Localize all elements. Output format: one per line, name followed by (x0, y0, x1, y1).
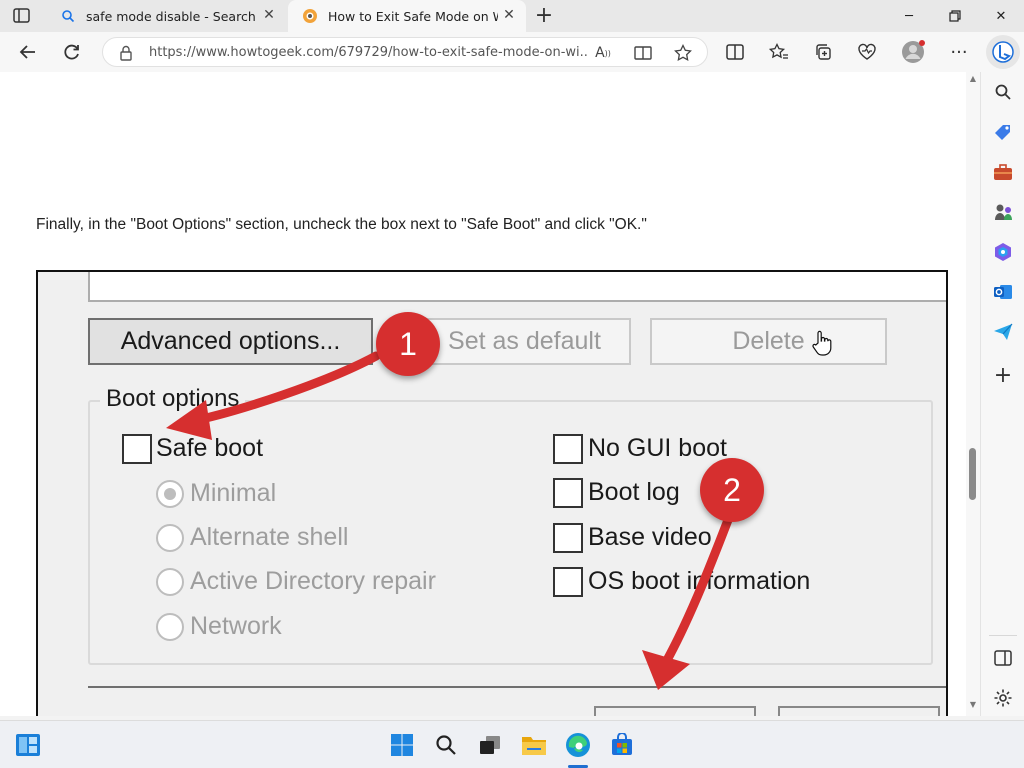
check-label: Base video (588, 523, 712, 551)
minimize-icon[interactable]: ─ (886, 0, 932, 32)
tab-article[interactable]: How to Exit Safe Mode on Windo ✕ (288, 0, 526, 32)
favorite-star-icon[interactable] (673, 43, 693, 63)
url-text[interactable]: https://www.howtogeek.com/679729/how-to-… (149, 45, 589, 60)
sidebar-divider (989, 635, 1017, 636)
taskbar-search-icon[interactable] (432, 731, 460, 759)
howtogeek-favicon-icon (302, 8, 318, 24)
page-content: Finally, in the "Boot Options" section, … (0, 72, 966, 716)
close-tab-icon[interactable]: ✕ (262, 8, 276, 22)
microsoft-store-icon[interactable] (608, 731, 636, 759)
vertical-scrollbar[interactable]: ▲ ▼ (966, 72, 980, 716)
task-view-icon[interactable] (476, 731, 504, 759)
tools-briefcase-icon[interactable] (991, 160, 1015, 184)
file-explorer-icon[interactable] (520, 731, 548, 759)
address-bar[interactable]: https://www.howtogeek.com/679729/how-to-… (102, 37, 708, 67)
advanced-options-button: Advanced options... (88, 318, 373, 365)
step-badge-1: 1 (376, 312, 440, 376)
safe-boot-checkbox (122, 434, 152, 464)
os-list-box (88, 272, 946, 302)
tab-strip: safe mode disable - Search ✕ How to Exit… (0, 0, 1024, 32)
radio-label: Active Directory repair (190, 567, 436, 595)
radio-label: Minimal (190, 479, 277, 507)
new-tab-icon[interactable]: + (534, 5, 554, 27)
scroll-up-icon[interactable]: ▲ (968, 74, 978, 84)
collections-icon[interactable] (808, 38, 838, 66)
read-aloud-icon[interactable]: A)) (593, 43, 613, 63)
widgets-icon[interactable] (14, 731, 42, 759)
base-video-checkbox (553, 523, 583, 553)
windows-taskbar (0, 720, 1024, 768)
profile-avatar[interactable] (898, 38, 928, 66)
radio-alternate-shell (156, 524, 184, 552)
toolbar: https://www.howtogeek.com/679729/how-to-… (0, 32, 1024, 72)
scroll-down-icon[interactable]: ▼ (968, 700, 978, 710)
article-paragraph: Finally, in the "Boot Options" section, … (36, 216, 647, 233)
add-sidebar-app-icon[interactable]: + (991, 363, 1015, 388)
immersive-reader-icon[interactable] (633, 43, 653, 63)
split-screen-icon[interactable] (720, 38, 750, 66)
restore-icon[interactable] (932, 0, 978, 32)
microsoft365-icon[interactable] (991, 240, 1015, 264)
tab-search[interactable]: safe mode disable - Search ✕ (46, 0, 286, 32)
check-label: No GUI boot (588, 434, 727, 462)
delete-button: Delete (650, 318, 887, 365)
check-label: Boot log (588, 478, 680, 506)
start-windows-icon[interactable] (388, 731, 416, 759)
sidebar-settings-gear-icon[interactable] (991, 686, 1015, 710)
edge-browser-icon[interactable] (564, 731, 592, 759)
radio-label: Network (190, 612, 282, 640)
more-menu-icon[interactable]: ··· (944, 38, 974, 66)
browser-essentials-icon[interactable] (852, 38, 882, 66)
favorites-icon[interactable] (764, 38, 794, 66)
cancel-button-partial (778, 706, 940, 716)
boot-options-label: Boot options (100, 385, 246, 413)
screenshot-figure: Advanced options... Set as default Delet… (36, 270, 948, 716)
send-plane-icon[interactable] (991, 320, 1015, 344)
step-badge-2: 2 (700, 458, 764, 522)
safe-boot-label: Safe boot (156, 434, 264, 462)
sidebar-search-icon[interactable] (991, 80, 1015, 104)
tab-title: How to Exit Safe Mode on Windo (328, 8, 498, 24)
lock-icon[interactable] (119, 45, 133, 61)
no-gui-boot-checkbox (553, 434, 583, 464)
hide-sidebar-icon[interactable] (991, 646, 1015, 670)
search-icon (60, 8, 76, 24)
shopping-tag-icon[interactable] (991, 120, 1015, 144)
close-tab-icon[interactable]: ✕ (502, 8, 516, 22)
radio-minimal (156, 480, 184, 508)
boot-log-checkbox (553, 478, 583, 508)
check-label: OS boot information (588, 567, 811, 595)
os-boot-info-checkbox (553, 567, 583, 597)
radio-network (156, 613, 184, 641)
edge-sidebar: + (980, 72, 1024, 716)
set-as-default-button: Set as default (418, 318, 631, 365)
outlook-icon[interactable] (991, 280, 1015, 304)
radio-ad-repair (156, 568, 184, 596)
refresh-icon[interactable] (57, 38, 87, 66)
close-window-icon[interactable]: ✕ (978, 0, 1024, 32)
hand-cursor-icon (812, 330, 832, 356)
back-icon[interactable] (13, 38, 43, 66)
games-icon[interactable] (991, 200, 1015, 224)
tab-actions-icon[interactable] (12, 7, 32, 25)
bing-copilot-icon[interactable] (986, 35, 1020, 69)
tab-title: safe mode disable - Search (86, 8, 256, 24)
scrollbar-thumb[interactable] (969, 448, 976, 500)
ok-button-partial (594, 706, 756, 716)
radio-label: Alternate shell (190, 523, 349, 551)
